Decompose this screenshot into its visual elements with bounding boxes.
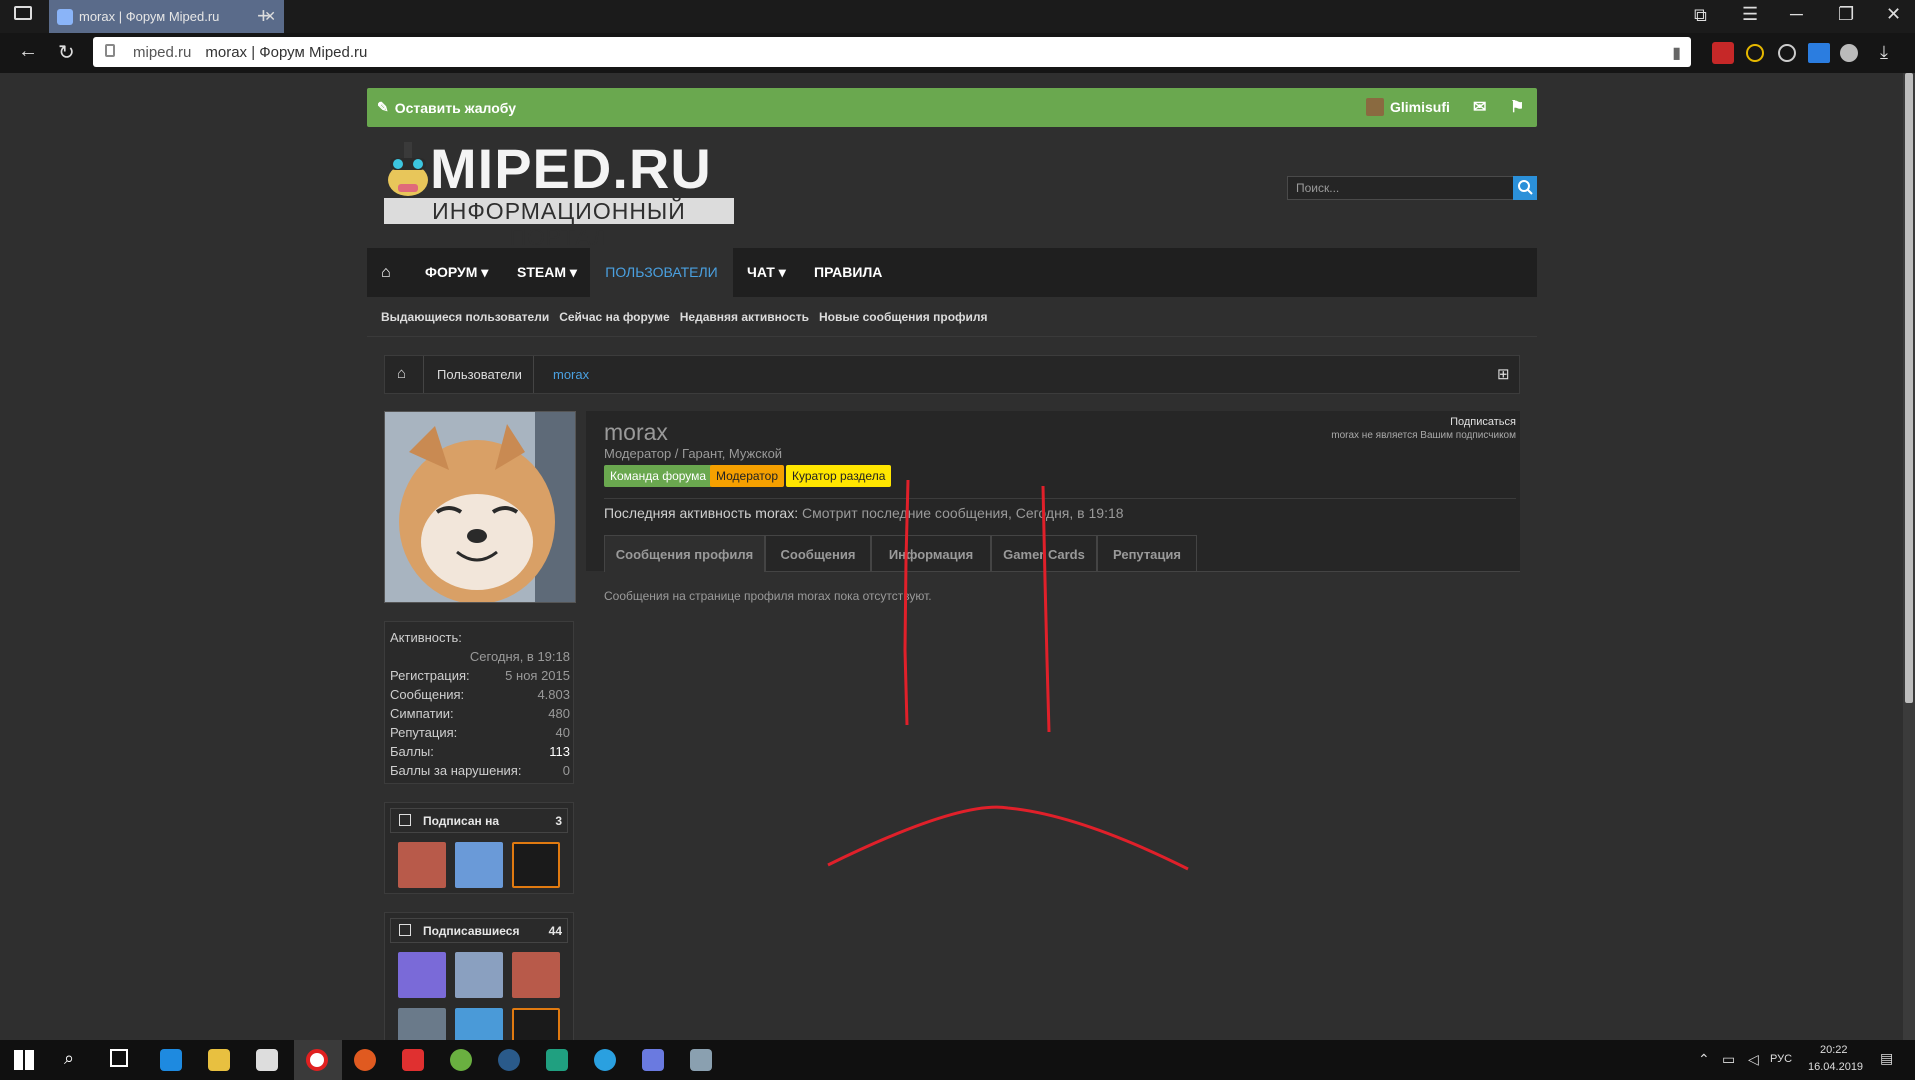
taskbar-edge-icon[interactable] — [160, 1049, 182, 1071]
taskbar-explorer-icon[interactable] — [208, 1049, 230, 1071]
tray-arrow-icon[interactable]: ⌃ — [1698, 1051, 1710, 1068]
taskbar-app-icon[interactable] — [690, 1049, 712, 1071]
task-view-icon[interactable] — [110, 1049, 128, 1067]
red-sad-face-drawing — [827, 479, 1189, 871]
taskbar-app-icon[interactable] — [546, 1049, 568, 1071]
tray-language[interactable]: РУС — [1770, 1053, 1792, 1065]
taskbar-utorrent-icon[interactable] — [450, 1049, 472, 1071]
taskbar-steam-icon[interactable] — [498, 1049, 520, 1071]
taskbar-search-icon[interactable]: ⌕ — [64, 1048, 74, 1069]
taskbar-telegram-icon[interactable] — [594, 1049, 616, 1071]
tray-volume-icon[interactable]: ◁ — [1748, 1051, 1759, 1068]
taskbar-store-icon[interactable] — [256, 1049, 278, 1071]
taskbar-app-icon[interactable] — [354, 1049, 376, 1071]
taskbar-app-icon[interactable] — [402, 1049, 424, 1071]
taskbar-yandex-icon[interactable] — [306, 1049, 328, 1071]
taskbar-discord-icon[interactable] — [642, 1049, 664, 1071]
tray-time[interactable]: 20:22 — [1820, 1044, 1848, 1056]
tray-network-icon[interactable]: ▭ — [1722, 1051, 1735, 1068]
windows-taskbar: ⌕ ⌃ ▭ ◁ РУС 20:22 16.04.2019 ▤ — [0, 1040, 1915, 1080]
windows-start-icon[interactable] — [14, 1050, 34, 1070]
tray-date[interactable]: 16.04.2019 — [1808, 1061, 1863, 1073]
tray-notifications-icon[interactable]: ▤ — [1880, 1050, 1893, 1067]
